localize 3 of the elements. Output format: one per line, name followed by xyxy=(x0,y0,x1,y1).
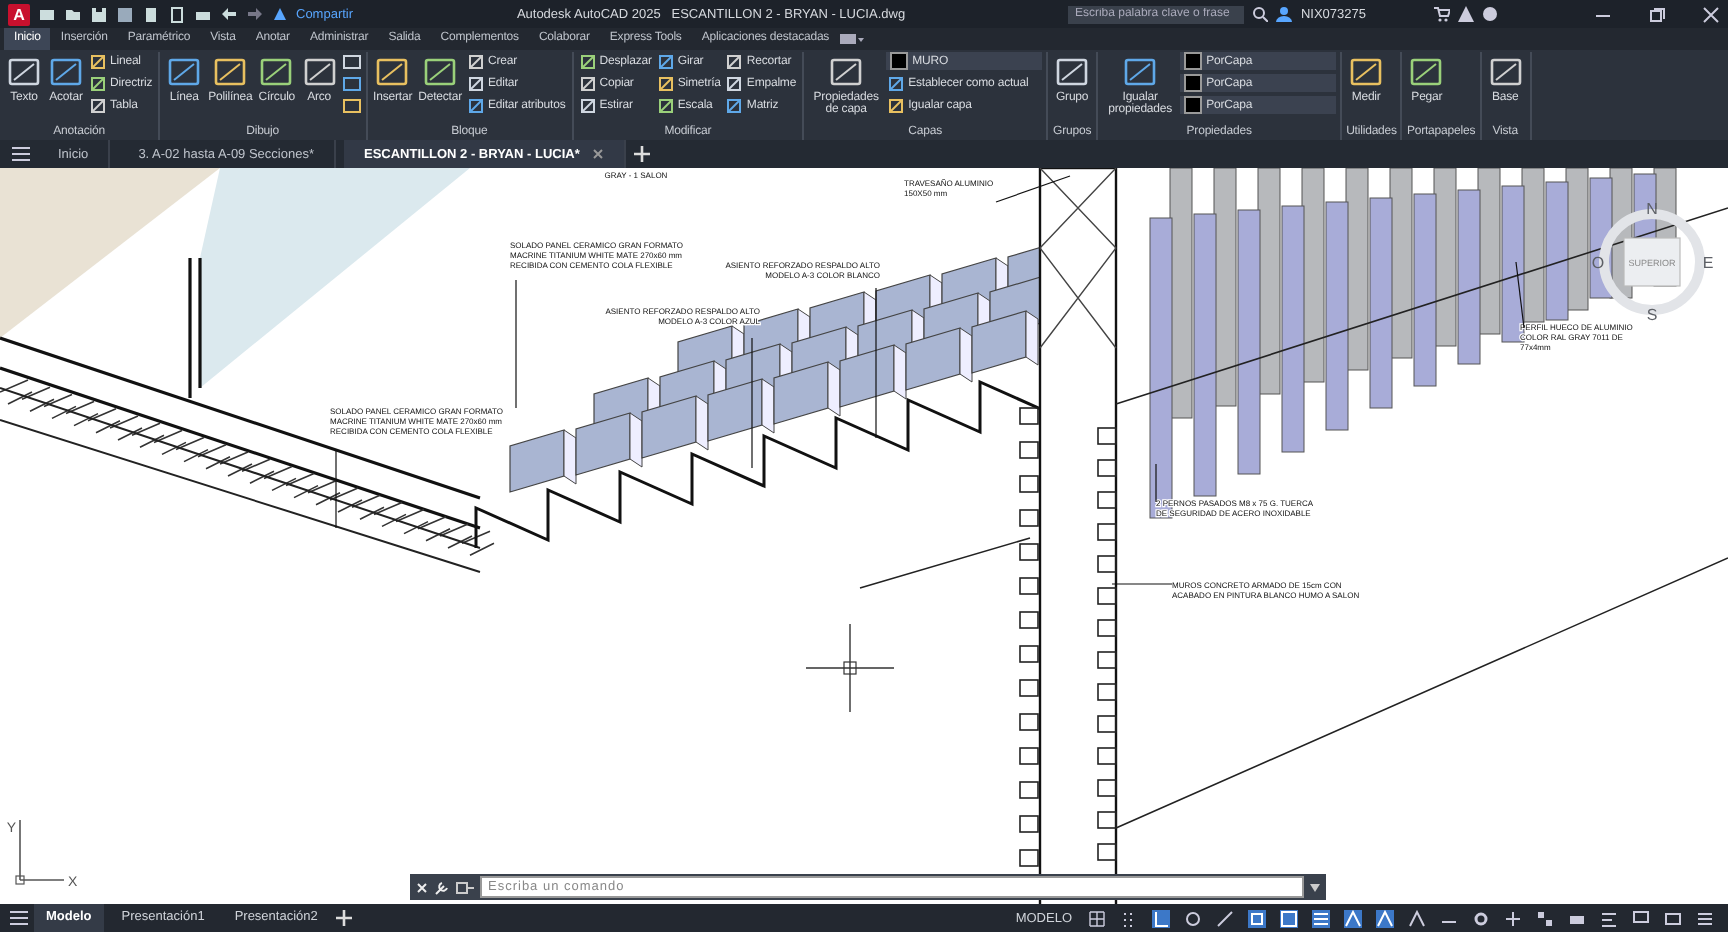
app-logo[interactable]: A xyxy=(8,3,30,25)
compass-label[interactable]: S xyxy=(1646,306,1658,324)
compass-label[interactable]: E xyxy=(1702,254,1714,272)
